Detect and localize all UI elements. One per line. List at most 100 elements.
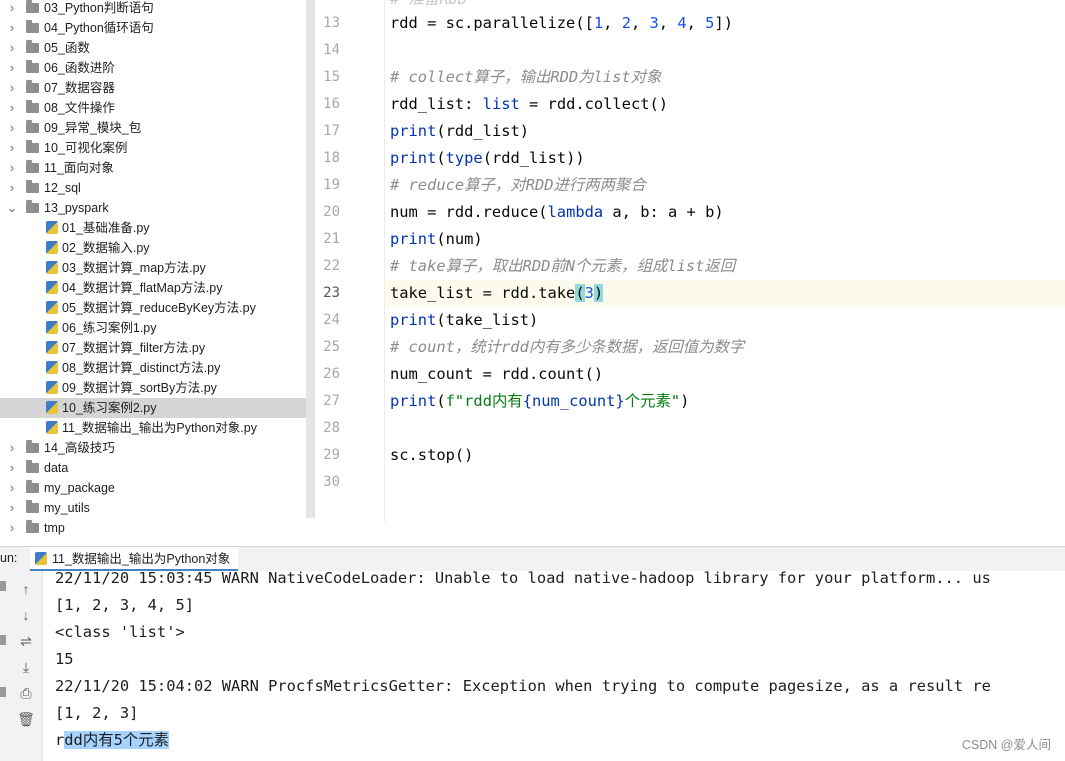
number-literal: 3 [649, 14, 659, 32]
tree-file[interactable]: 06_练习案例1.py [0, 318, 306, 338]
code-line-15: # collect算子，输出RDD为list对象 [385, 64, 1065, 91]
folder-icon [26, 0, 39, 13]
code-text: take_list = rdd.take [390, 284, 576, 302]
chevron-right-icon[interactable]: › [6, 178, 18, 198]
tree-folder[interactable]: › 06_函数进阶 [0, 58, 306, 78]
console-line: 22/11/20 15:04:02 WARN ProcfsMetricsGett… [55, 677, 991, 695]
chevron-right-icon[interactable]: › [6, 518, 18, 538]
tree-folder[interactable]: ⌄ 13_pyspark [0, 198, 306, 218]
tree-file[interactable]: 08_数据计算_distinct方法.py [0, 358, 306, 378]
tree-folder[interactable]: › my_utils [0, 498, 306, 518]
folder-icon [26, 440, 39, 453]
chevron-right-icon[interactable]: › [6, 498, 18, 518]
tree-folder[interactable]: › 12_sql [0, 178, 306, 198]
folder-icon [26, 140, 39, 153]
tree-file[interactable]: 10_练习案例2.py [0, 398, 306, 418]
scroll-to-end-icon[interactable]: ⤓ [16, 657, 36, 677]
python-file-icon [46, 301, 58, 314]
trash-icon[interactable]: 🗑 [16, 709, 36, 729]
line-number: 22 [323, 258, 340, 274]
line-number: 14 [323, 42, 340, 58]
chevron-right-icon[interactable]: › [6, 78, 18, 98]
chevron-right-icon[interactable]: › [6, 58, 18, 78]
folder-icon [26, 60, 39, 73]
tree-item-label: 07_数据计算_filter方法.py [62, 341, 206, 355]
chevron-right-icon[interactable]: › [6, 438, 18, 458]
code-line-25: # count，统计rdd内有多少条数据，返回值为数字 [385, 334, 1065, 361]
tool-marker [0, 635, 6, 645]
chevron-right-icon[interactable]: › [6, 478, 18, 498]
tree-item-label: 09_异常_模块_包 [44, 121, 142, 135]
code-editor[interactable]: # 准备RDD rdd = sc.parallelize([1, 2, 3, 4… [385, 0, 1065, 522]
run-tab-label: 11_数据输出_输出为Python对象 [52, 552, 231, 566]
run-console-output[interactable]: 22/11/20 15:03:45 WARN NativeCodeLoader:… [43, 571, 1065, 761]
tree-scrollbar-track[interactable] [306, 0, 315, 518]
console-line: [1, 2, 3] [55, 704, 139, 722]
tree-file[interactable]: 01_基础准备.py [0, 218, 306, 238]
code-line-22: # take算子，取出RDD前N个元素，组成list返回 [385, 253, 1065, 280]
tree-folder[interactable]: › 08_文件操作 [0, 98, 306, 118]
tree-folder[interactable]: › 10_可视化案例 [0, 138, 306, 158]
chevron-right-icon[interactable]: › [6, 38, 18, 58]
tree-item-label: my_package [44, 481, 115, 495]
folder-icon [26, 460, 39, 473]
code-text: , [630, 14, 650, 32]
tree-folder[interactable]: › data [0, 458, 306, 478]
tree-folder[interactable]: › 05_函数 [0, 38, 306, 58]
builtin-function: print [390, 149, 437, 167]
console-text: r [55, 731, 65, 749]
code-text: rdd_list: [390, 95, 483, 113]
chevron-right-icon[interactable]: › [6, 98, 18, 118]
chevron-right-icon[interactable]: › [6, 18, 18, 38]
rerun-marker [0, 581, 6, 591]
python-file-icon [46, 281, 58, 294]
print-icon[interactable]: ⎙ [16, 683, 36, 703]
folder-icon [26, 480, 39, 493]
tree-file[interactable]: 05_数据计算_reduceByKey方法.py [0, 298, 306, 318]
tree-item-label: 05_数据计算_reduceByKey方法.py [62, 301, 256, 315]
line-number: 24 [323, 312, 340, 328]
code-line-20: num = rdd.reduce(lambda a, b: a + b) [385, 199, 1065, 226]
chevron-right-icon[interactable]: › [6, 138, 18, 158]
code-text: a, b: a + b) [603, 203, 724, 221]
tree-file[interactable]: 09_数据计算_sortBy方法.py [0, 378, 306, 398]
folder-icon [26, 80, 39, 93]
chevron-right-icon[interactable]: › [6, 0, 18, 18]
wrap-icon[interactable]: ⇌ [16, 631, 36, 651]
chevron-right-icon[interactable]: › [6, 118, 18, 138]
up-arrow-icon[interactable]: ↑ [16, 579, 36, 599]
tree-file[interactable]: 04_数据计算_flatMap方法.py [0, 278, 306, 298]
chevron-right-icon[interactable]: › [6, 158, 18, 178]
tree-item-label: 12_sql [44, 181, 81, 195]
down-arrow-icon[interactable]: ↓ [16, 605, 36, 625]
tree-folder[interactable]: › 14_高级技巧 [0, 438, 306, 458]
tree-item-label: 05_函数 [44, 41, 90, 55]
chevron-right-icon[interactable]: › [6, 458, 18, 478]
tree-item-label: 09_数据计算_sortBy方法.py [62, 381, 217, 395]
number-literal: 2 [621, 14, 631, 32]
code-text: (take_list) [436, 311, 539, 329]
tree-file[interactable]: 07_数据计算_filter方法.py [0, 338, 306, 358]
tree-folder[interactable]: › 03_Python判断语句 [0, 0, 306, 18]
tree-folder[interactable]: › 04_Python循环语句 [0, 18, 306, 38]
tree-file[interactable]: 02_数据输入.py [0, 238, 306, 258]
tree-file[interactable]: 03_数据计算_map方法.py [0, 258, 306, 278]
run-tab[interactable]: 11_数据输出_输出为Python对象 [30, 547, 239, 571]
line-number: 17 [323, 123, 340, 139]
tree-folder[interactable]: › 07_数据容器 [0, 78, 306, 98]
tree-item-label: 11_数据输出_输出为Python对象.py [62, 421, 257, 435]
tree-file[interactable]: 11_数据输出_输出为Python对象.py [0, 418, 306, 438]
code-line-19: # reduce算子，对RDD进行两两聚合 [385, 172, 1065, 199]
line-number: 19 [323, 177, 340, 193]
tree-folder[interactable]: › my_package [0, 478, 306, 498]
tree-item-label: 14_高级技巧 [44, 441, 115, 455]
code-text: (rdd_list)) [482, 149, 585, 167]
tree-folder[interactable]: › 11_面向对象 [0, 158, 306, 178]
tree-folder[interactable]: › 09_异常_模块_包 [0, 118, 306, 138]
run-label: un: [0, 551, 18, 565]
folder-icon [26, 180, 39, 193]
tree-folder[interactable]: › tmp [0, 518, 306, 538]
selected-text: dd内有5个元素 [64, 731, 170, 749]
chevron-down-icon[interactable]: ⌄ [6, 198, 18, 218]
console-line: <class 'list'> [55, 623, 185, 641]
